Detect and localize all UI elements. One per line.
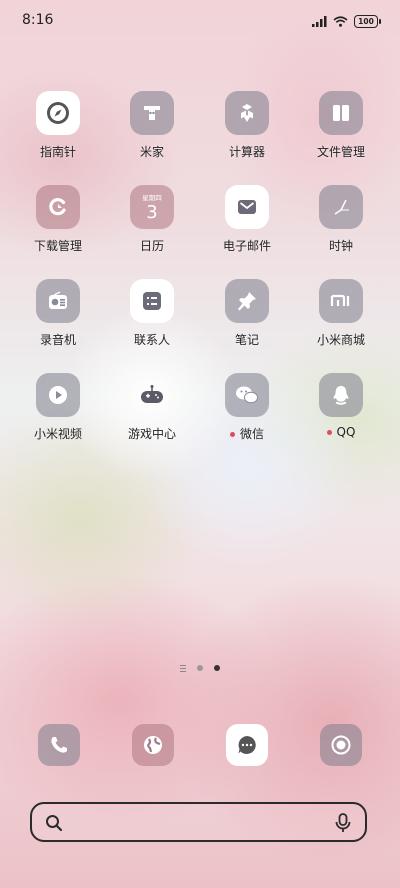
status-time: 8:16 [22,12,54,28]
download-icon [36,185,80,229]
app-label: 米家 [139,145,164,159]
calendar-day: 3 [146,201,158,223]
calculator-icon [225,91,269,135]
calendar-weekday: 星期四 [142,193,162,202]
app-label: 游戏中心 [127,427,176,441]
contacts-icon [130,279,174,323]
app-label: 指南针 [39,145,76,159]
qq-penguin-icon [319,373,363,417]
globe-icon [132,724,174,766]
app-label: 小米视频 [33,427,82,441]
home-menu-indicator-icon[interactable] [180,664,186,672]
app-label: 时钟 [328,239,353,253]
app-label: 联系人 [133,333,170,347]
page-indicator[interactable] [0,663,400,673]
page-dot[interactable] [197,665,203,671]
wechat-icon [225,373,269,417]
compass-icon [36,91,80,135]
app-qq[interactable]: QQ [294,373,388,439]
mic-icon[interactable] [335,813,351,837]
play-icon [36,373,80,417]
app-wechat[interactable]: 微信 [200,373,294,442]
app-label: 日历 [139,239,164,253]
battery-icon: 100 [354,15,381,28]
pin-icon [225,279,269,323]
app-label: 下载管理 [33,239,82,253]
dock-browser[interactable] [106,724,200,766]
app-label: 电子邮件 [222,239,271,253]
calendar-icon: 星期四 3 [130,185,174,229]
app-clock[interactable]: 时钟 [294,185,388,254]
mi-logo-icon [319,279,363,323]
status-icons: 100 [312,12,381,31]
dock-messages[interactable] [200,724,294,766]
notification-dot [229,432,235,437]
phone-icon [38,724,80,766]
folder-icon [319,91,363,135]
chat-bubble-icon [226,724,268,766]
app-label: QQ [294,425,388,439]
signal-icon [312,12,327,31]
app-label: 笔记 [234,333,259,347]
gamepad-icon [130,373,174,417]
dock-phone[interactable] [12,724,106,766]
mail-icon [225,185,269,229]
app-calculator[interactable]: 计算器 [200,91,294,160]
mijia-icon [130,91,174,135]
app-mistore[interactable]: 小米商城 [294,279,388,348]
page-dot-active[interactable] [214,665,220,671]
app-mivideo[interactable]: 小米视频 [11,373,105,442]
app-downloads[interactable]: 下载管理 [11,185,105,254]
search-bar[interactable] [30,802,367,842]
app-email[interactable]: 电子邮件 [200,185,294,254]
wifi-icon [333,12,348,31]
app-notes[interactable]: 笔记 [200,279,294,348]
search-icon[interactable] [45,814,63,836]
app-label: 小米商城 [316,333,365,347]
app-mijia[interactable]: 米家 [105,91,199,160]
app-gamecenter[interactable]: 游戏中心 [105,373,199,442]
app-contacts[interactable]: 联系人 [105,279,199,348]
status-bar: 8:16 100 [0,0,400,40]
recorder-icon [36,279,80,323]
dock-camera[interactable] [294,724,388,766]
app-compass[interactable]: 指南针 [11,91,105,160]
camera-icon [320,724,362,766]
app-files[interactable]: 文件管理 [294,91,388,160]
app-label: 录音机 [39,333,76,347]
app-label: 微信 [200,425,294,442]
app-calendar[interactable]: 星期四 3 日历 [105,185,199,254]
app-label: 文件管理 [316,145,365,159]
clock-icon [319,185,363,229]
app-recorder[interactable]: 录音机 [11,279,105,348]
notification-dot [326,430,332,435]
app-label: 计算器 [228,145,265,159]
